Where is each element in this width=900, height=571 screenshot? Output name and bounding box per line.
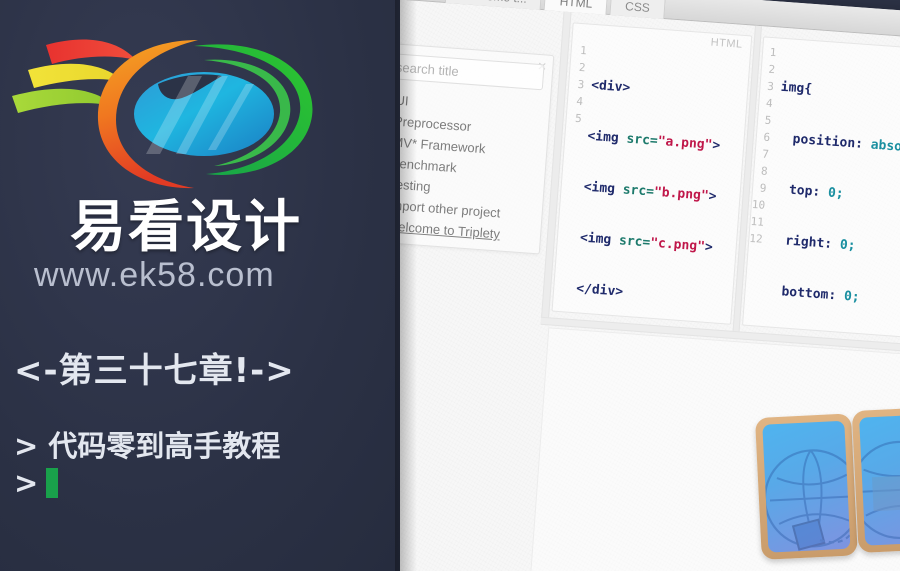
css-editor-pane[interactable]: 1 2 3 4 5 6 7 8 9 10 11 12 img{position… <box>742 36 900 340</box>
tree-item-label: Welcome to Triplety <box>385 218 501 242</box>
preview-image-2 <box>851 406 900 553</box>
html-editor-pane[interactable]: HTML 1 2 3 4 5 <div> <img src="a.png"> <… <box>551 22 753 325</box>
promo-panel: 易看设计 www.ek58.com <-第三十七章!-> > 代码零到高手教程 … <box>0 0 400 571</box>
screenshot-root: Welcome t... HTML CSS × <box>0 0 900 571</box>
html-code-content[interactable]: <div> <img src="a.png"> <img src="b.png"… <box>573 43 727 325</box>
logo-mark-icon <box>12 39 313 189</box>
brand-logo: 易看设计 www.ek58.com <box>8 18 338 294</box>
preview-image-1 <box>754 413 858 560</box>
brand-name: 易看设计 <box>70 195 302 260</box>
html-pane-label: HTML <box>710 36 744 51</box>
tree-item-label: Preprocessor <box>393 113 472 135</box>
html-code-line: </div> <box>575 281 624 300</box>
headline-subtitle: > 代码零到高手教程 <box>14 429 281 464</box>
tree-item-label: Benchmark <box>390 155 458 176</box>
preview-pane[interactable] <box>526 327 900 571</box>
prompt-symbol: > <box>14 465 39 500</box>
headline-block: <-第三十七章!-> > 代码零到高手教程 > <box>14 351 295 500</box>
brand-url: www.ek58.com <box>34 256 275 294</box>
text-caret <box>46 467 59 498</box>
css-code-line: img{ <box>780 79 813 97</box>
html-code-line: <div> <box>590 77 631 96</box>
headline-chapter: <-第三十七章!-> <box>14 351 295 391</box>
headline-prompt-line: > <box>14 466 295 500</box>
search-placeholder: search title <box>395 59 460 79</box>
